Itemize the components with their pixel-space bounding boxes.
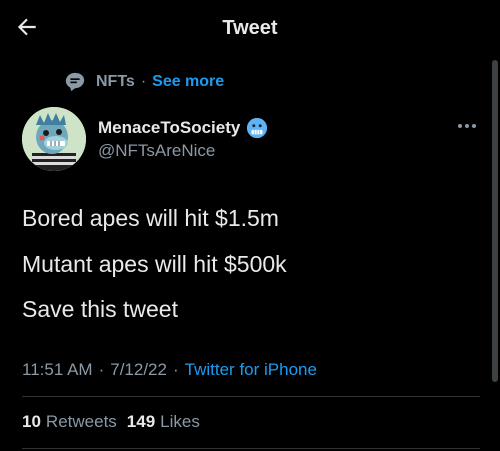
tweet-date[interactable]: 7/12/22: [110, 360, 167, 380]
meta-separator: ·: [172, 360, 179, 379]
divider: [22, 396, 480, 397]
author-display-name[interactable]: MenaceToSociety: [98, 118, 240, 138]
top-bar: Tweet: [0, 0, 500, 56]
ape-avatar-image: [22, 107, 86, 171]
retweets-stat[interactable]: 10 Retweets: [22, 412, 117, 432]
see-more-link[interactable]: See more: [152, 73, 224, 91]
cold-face-emoji-icon: [247, 117, 268, 139]
topic-context: NFTs · See more: [64, 70, 224, 94]
avatar[interactable]: [22, 107, 86, 171]
tweet-time[interactable]: 11:51 AM: [22, 360, 93, 380]
tweet-text-line: Bored apes will hit $1.5m: [22, 205, 279, 231]
topic-bubble-icon: [65, 72, 85, 92]
tweet-source-link[interactable]: Twitter for iPhone: [185, 360, 317, 380]
likes-count: 149: [126, 412, 156, 431]
meta-separator: ·: [98, 360, 105, 379]
author-handle[interactable]: @NFTsAreNice: [98, 141, 215, 161]
scrollbar[interactable]: [492, 60, 498, 382]
retweets-count: 10: [22, 412, 41, 431]
tweet-meta: 11:51 AM · 7/12/22 · Twitter for iPhone: [22, 360, 317, 380]
divider: [22, 448, 480, 449]
topic-separator: ·: [140, 73, 147, 90]
topic-name[interactable]: NFTs: [96, 73, 135, 91]
retweets-label: Retweets: [45, 412, 117, 431]
more-options-icon[interactable]: [456, 120, 478, 132]
likes-stat[interactable]: 149 Likes: [127, 412, 200, 432]
author-name-row: MenaceToSociety: [98, 117, 268, 139]
page-title: Tweet: [222, 17, 278, 39]
tweet-text-line: Save this tweet: [22, 296, 178, 322]
engagement-stats: 10 Retweets 149 Likes: [22, 412, 210, 432]
likes-label: Likes: [160, 412, 200, 431]
tweet-text-line: Mutant apes will hit $500k: [22, 251, 287, 277]
